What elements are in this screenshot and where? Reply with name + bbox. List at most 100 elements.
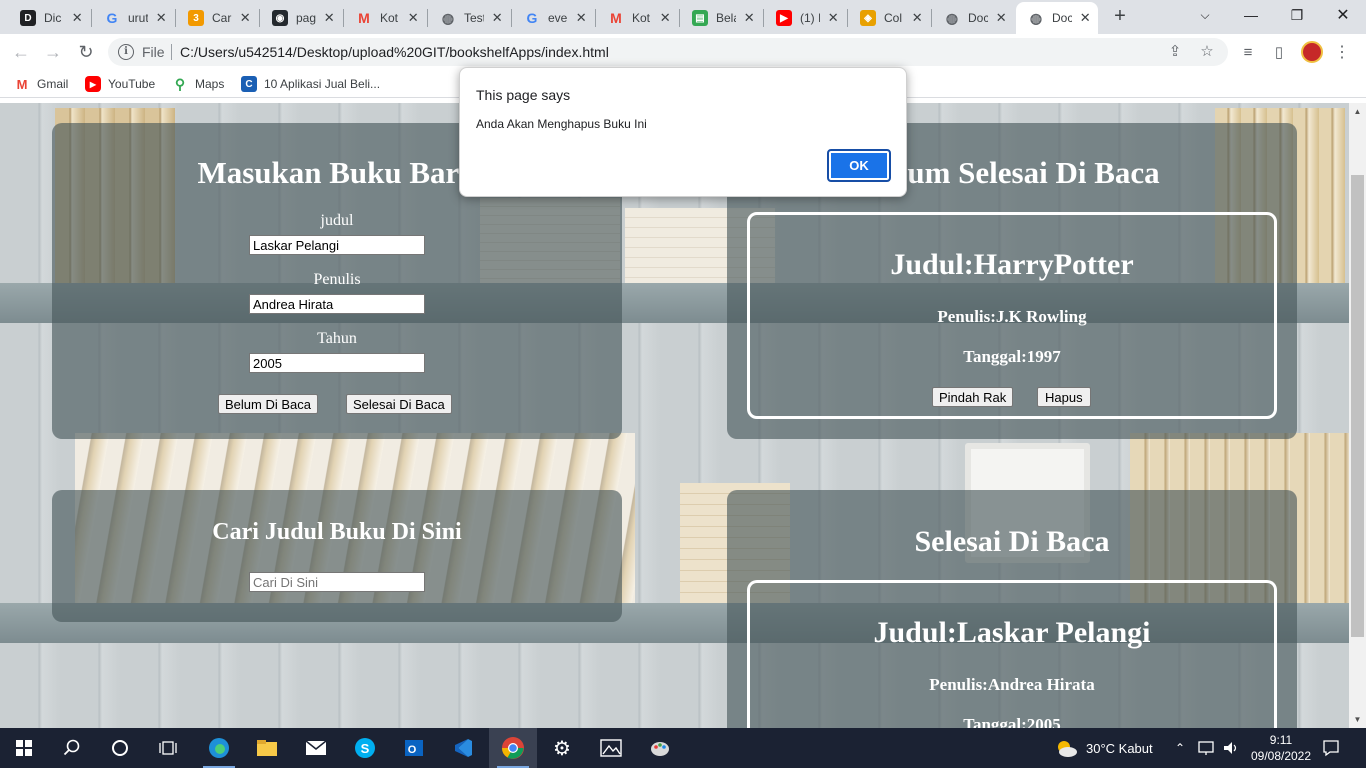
bookmark-3-icon: 3 [188, 10, 204, 26]
maximize-button[interactable]: ❐ [1274, 0, 1320, 30]
browser-tab[interactable]: ◍ Doc ✕ [1016, 2, 1098, 34]
close-window-button[interactable]: ✕ [1320, 0, 1366, 30]
belum-di-baca-button[interactable]: Belum Di Baca [218, 394, 318, 414]
browser-tab[interactable]: ◍ Doc ✕ [932, 4, 1014, 32]
bookmark-jual-beli[interactable]: C 10 Aplikasi Jual Beli... [241, 75, 380, 93]
tab-close-icon[interactable]: ✕ [910, 10, 924, 26]
tab-close-icon[interactable]: ✕ [154, 10, 168, 26]
tab-close-icon[interactable]: ✕ [1078, 10, 1092, 26]
hapus-button[interactable]: Hapus [1037, 387, 1091, 407]
forward-button[interactable]: → [41, 40, 65, 64]
info-icon[interactable]: i [118, 44, 134, 60]
notification-center-icon[interactable] [1322, 728, 1340, 768]
scrollbar-thumb[interactable] [1351, 175, 1364, 637]
tab-label: (1) I [800, 11, 821, 25]
back-button[interactable]: ← [9, 40, 33, 64]
tab-label: Kot [380, 11, 399, 25]
settings-gear-icon[interactable]: ⚙ [538, 728, 586, 768]
tab-search-chevron-icon[interactable]: ⌵ [1182, 0, 1228, 30]
tab-label: eve [548, 11, 568, 25]
browser-tab[interactable]: ◉ pag ✕ [260, 4, 342, 32]
tab-label: Test [464, 11, 485, 25]
judul-input[interactable] [249, 235, 425, 255]
outlook-icon[interactable]: O [390, 728, 438, 768]
read-shelf-title: Selesai Di Baca [914, 525, 1110, 558]
tab-close-icon[interactable]: ✕ [322, 10, 336, 26]
book-icon: ▤ [692, 10, 708, 26]
browser-tab[interactable]: ▶ (1) I ✕ [764, 4, 846, 32]
browser-tab[interactable]: ◈ Col ✕ [848, 4, 930, 32]
svg-text:O: O [408, 744, 417, 756]
ok-button[interactable]: OK [827, 149, 891, 182]
cortana-icon[interactable] [96, 728, 144, 768]
weather-widget[interactable]: 30°C Kabut [1054, 728, 1153, 768]
chrome-icon[interactable] [489, 728, 537, 768]
bookmark-label: Gmail [37, 77, 69, 91]
tab-close-icon[interactable]: ✕ [994, 10, 1008, 26]
google-icon: G [526, 10, 538, 26]
bookmark-gmail[interactable]: M Gmail [14, 75, 69, 93]
gmail-icon: M [610, 10, 622, 26]
file-explorer-icon[interactable] [243, 728, 291, 768]
scroll-down-arrow-icon[interactable]: ▼ [1349, 711, 1366, 728]
photos-icon[interactable] [587, 728, 635, 768]
selesai-di-baca-button[interactable]: Selesai Di Baca [346, 394, 452, 414]
tab-close-icon[interactable]: ✕ [70, 10, 84, 26]
dialog-message: Anda Akan Menghapus Buku Ini [476, 117, 647, 131]
show-hidden-icons-chevron-icon[interactable]: ⌃ [1175, 728, 1185, 768]
tab-close-icon[interactable]: ✕ [406, 10, 420, 26]
vscode-icon[interactable] [439, 728, 487, 768]
bookmark-maps[interactable]: ⚲ Maps [172, 75, 224, 93]
browser-tab[interactable]: ▤ Bela ✕ [680, 4, 762, 32]
browser-tab[interactable]: D Dic ✕ [8, 4, 90, 32]
side-panel-icon[interactable]: ▯ [1268, 41, 1290, 63]
address-bar[interactable]: i File C:/Users/u542514/Desktop/upload%2… [108, 38, 1228, 66]
tahun-input[interactable] [249, 353, 425, 373]
tab-close-icon[interactable]: ✕ [658, 10, 672, 26]
browser-tab[interactable]: 3 Car ✕ [176, 4, 258, 32]
address-url[interactable]: C:/Users/u542514/Desktop/upload%20GIT/bo… [180, 44, 609, 60]
book-author: Penulis:J.K Rowling [937, 307, 1087, 326]
tab-close-icon[interactable]: ✕ [742, 10, 756, 26]
tab-label: pag [296, 11, 317, 25]
tab-close-icon[interactable]: ✕ [574, 10, 588, 26]
mail-icon[interactable] [292, 728, 340, 768]
reading-list-icon[interactable]: ≡ [1237, 41, 1259, 63]
book-year: Tanggal:1997 [963, 347, 1061, 366]
search-input[interactable] [249, 572, 425, 592]
bookmark-star-icon[interactable]: ☆ [1198, 43, 1216, 61]
search-icon[interactable] [48, 728, 96, 768]
task-view-icon[interactable] [144, 728, 192, 768]
menu-kebab-icon[interactable]: ⋮ [1331, 41, 1353, 63]
browser-tab[interactable]: ◍ Test ✕ [428, 4, 510, 32]
paint-icon[interactable] [636, 728, 684, 768]
windows-start-icon[interactable] [0, 728, 48, 768]
profile-avatar[interactable] [1301, 41, 1323, 63]
search-panel: Cari Judul Buku Di Sini [52, 490, 622, 622]
share-icon[interactable]: ⇪ [1166, 43, 1184, 61]
browser-tab[interactable]: M Kot ✕ [596, 4, 678, 32]
tab-close-icon[interactable]: ✕ [490, 10, 504, 26]
browser-tab[interactable]: Gurut ✕ [92, 4, 174, 32]
read-shelf-panel: Selesai Di Baca Judul:Laskar Pelangi Pen… [727, 490, 1297, 728]
search-title: Cari Judul Buku Di Sini [212, 519, 462, 545]
tab-close-icon[interactable]: ✕ [238, 10, 252, 26]
page-scrollbar[interactable]: ▲ ▼ [1349, 103, 1366, 728]
edge-icon[interactable] [195, 728, 243, 768]
skype-icon[interactable]: S [341, 728, 389, 768]
pindah-rak-button[interactable]: Pindah Rak [932, 387, 1014, 407]
browser-tab[interactable]: Geve ✕ [512, 4, 594, 32]
new-tab-button[interactable]: + [1108, 5, 1132, 29]
tab-close-icon[interactable]: ✕ [826, 10, 840, 26]
bookmark-label: YouTube [108, 77, 156, 91]
network-icon[interactable] [1198, 728, 1216, 768]
reload-button[interactable]: ↻ [74, 40, 98, 64]
tab-label: Kot [632, 11, 651, 25]
minimize-button[interactable]: — [1228, 0, 1274, 30]
clock[interactable]: 9:11 09/08/2022 [1248, 728, 1314, 768]
penulis-input[interactable] [249, 294, 425, 314]
browser-tab[interactable]: M Kot ✕ [344, 4, 426, 32]
volume-icon[interactable] [1222, 728, 1240, 768]
scroll-up-arrow-icon[interactable]: ▲ [1349, 103, 1366, 120]
bookmark-youtube[interactable]: ▶ YouTube [85, 75, 155, 93]
